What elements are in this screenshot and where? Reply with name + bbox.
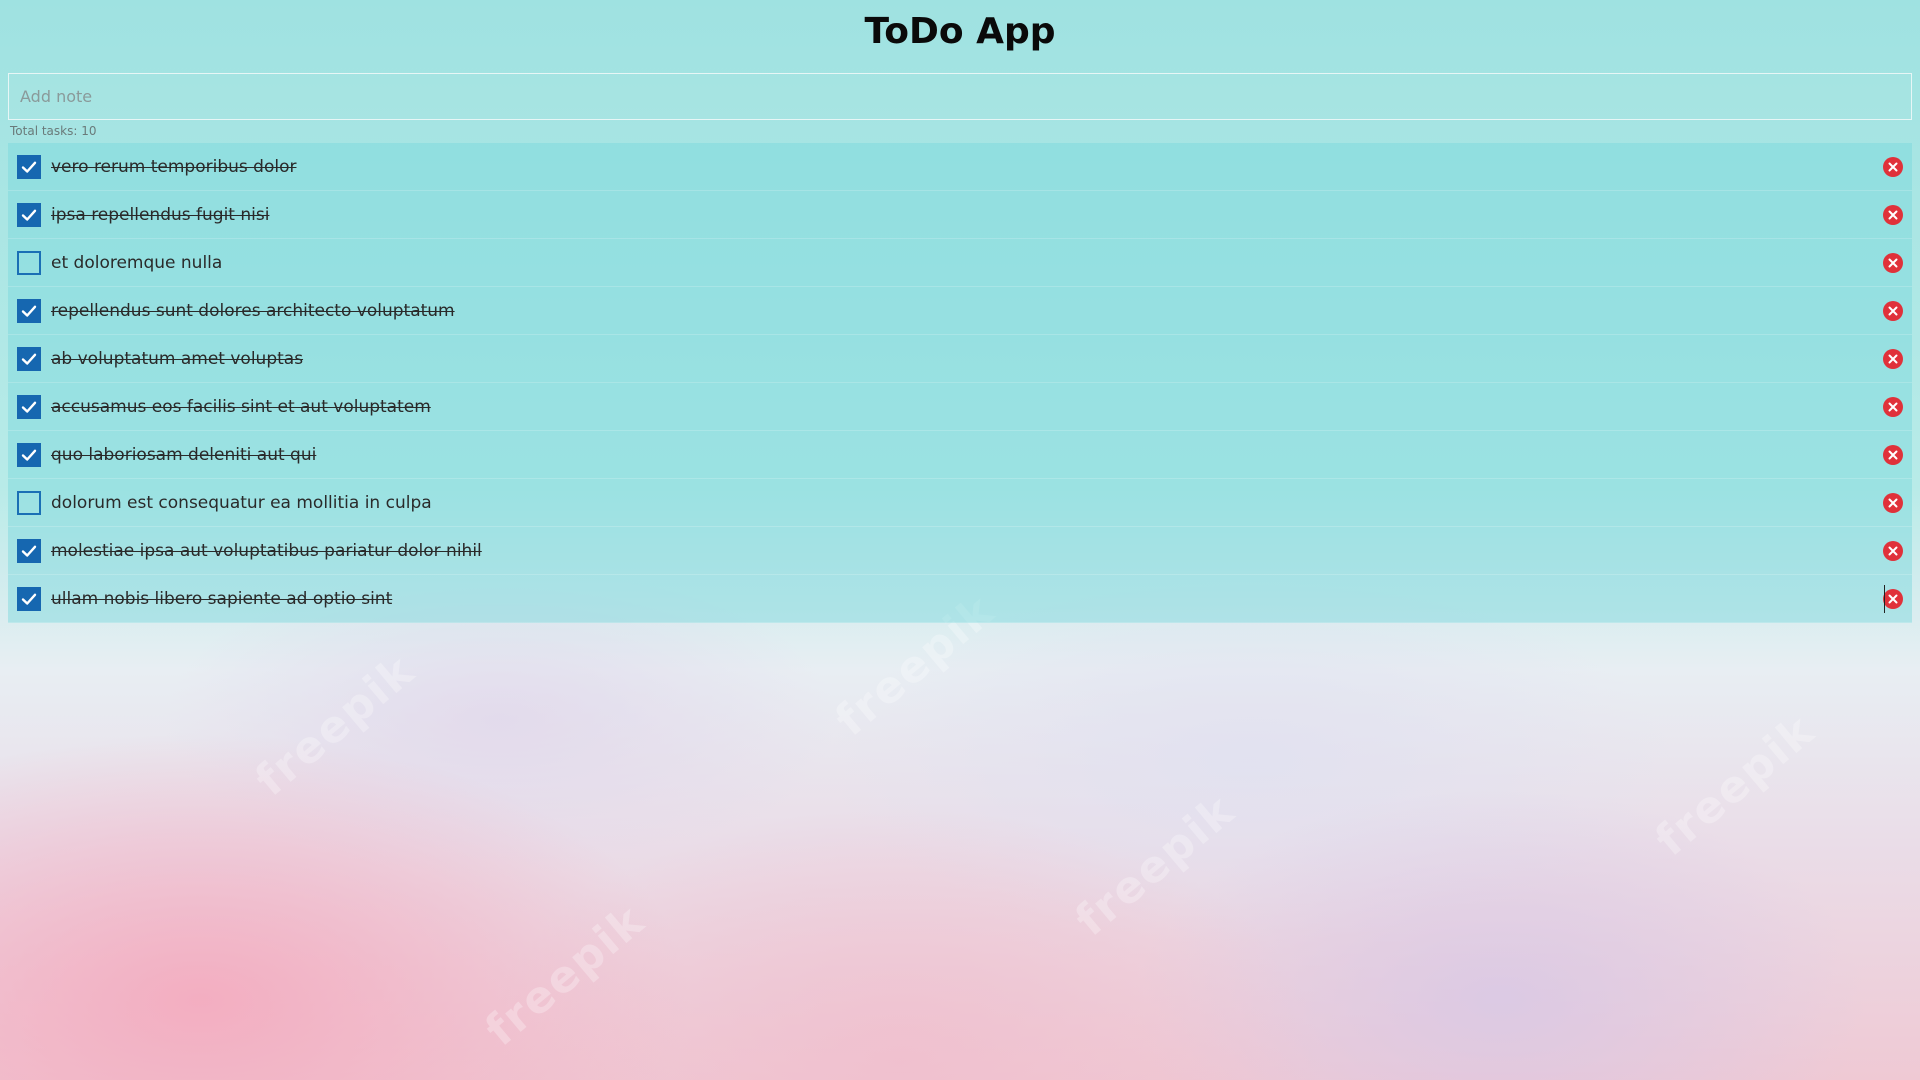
delete-todo-button[interactable]	[1883, 301, 1903, 321]
delete-todo-button[interactable]	[1883, 493, 1903, 513]
delete-todo-button[interactable]	[1883, 589, 1903, 609]
close-icon	[1888, 594, 1898, 604]
todo-item: molestiae ipsa aut voluptatibus pariatur…	[8, 527, 1912, 575]
todo-checkbox[interactable]	[17, 155, 41, 179]
todo-checkbox[interactable]	[17, 299, 41, 323]
todo-item: accusamus eos facilis sint et aut volupt…	[8, 383, 1912, 431]
delete-todo-button[interactable]	[1883, 445, 1903, 465]
todo-text: ipsa repellendus fugit nisi	[51, 205, 270, 225]
text-cursor	[1884, 585, 1885, 613]
close-icon	[1888, 210, 1898, 220]
close-icon	[1888, 546, 1898, 556]
delete-todo-button[interactable]	[1883, 397, 1903, 417]
background-watermark: freepik	[1065, 784, 1245, 947]
delete-todo-button[interactable]	[1883, 205, 1903, 225]
todo-item: repellendus sunt dolores architecto volu…	[8, 287, 1912, 335]
todo-text: quo laboriosam deleniti aut qui	[51, 445, 317, 465]
todo-text: et doloremque nulla	[51, 253, 223, 273]
todo-text: ullam nobis libero sapiente ad optio sin…	[51, 589, 393, 609]
todo-text: ab voluptatum amet voluptas	[51, 349, 304, 369]
delete-todo-button[interactable]	[1883, 253, 1903, 273]
check-icon	[21, 209, 37, 221]
todo-text: dolorum est consequatur ea mollitia in c…	[51, 493, 432, 513]
close-icon	[1888, 402, 1898, 412]
background-watermark: freepik	[475, 894, 655, 1057]
todo-text: repellendus sunt dolores architecto volu…	[51, 301, 455, 321]
add-note-input[interactable]	[8, 73, 1912, 120]
delete-todo-button[interactable]	[1883, 157, 1903, 177]
total-tasks-count: Total tasks: 10	[10, 124, 97, 138]
todo-item: ullam nobis libero sapiente ad optio sin…	[8, 575, 1912, 623]
todo-checkbox[interactable]	[17, 395, 41, 419]
todo-checkbox[interactable]	[17, 347, 41, 371]
close-icon	[1888, 354, 1898, 364]
todo-text: accusamus eos facilis sint et aut volupt…	[51, 397, 431, 417]
page-title: ToDo App	[864, 11, 1056, 52]
check-icon	[21, 593, 37, 605]
background-watermark: freepik	[1645, 704, 1825, 867]
close-icon	[1888, 450, 1898, 460]
close-icon	[1888, 306, 1898, 316]
todo-list: vero rerum temporibus dolor ipsa repellen…	[8, 143, 1912, 623]
todo-item: vero rerum temporibus dolor	[8, 143, 1912, 191]
check-icon	[21, 401, 37, 413]
check-icon	[21, 305, 37, 317]
close-icon	[1888, 498, 1898, 508]
check-icon	[21, 161, 37, 173]
todo-text: vero rerum temporibus dolor	[51, 157, 297, 177]
check-icon	[21, 449, 37, 461]
todo-item: et doloremque nulla	[8, 239, 1912, 287]
delete-todo-button[interactable]	[1883, 349, 1903, 369]
todo-text: molestiae ipsa aut voluptatibus pariatur…	[51, 541, 482, 561]
todo-checkbox[interactable]	[17, 251, 41, 275]
todo-item: ab voluptatum amet voluptas	[8, 335, 1912, 383]
check-icon	[21, 353, 37, 365]
close-icon	[1888, 162, 1898, 172]
todo-item: ipsa repellendus fugit nisi	[8, 191, 1912, 239]
todo-checkbox[interactable]	[17, 203, 41, 227]
check-icon	[21, 545, 37, 557]
todo-checkbox[interactable]	[17, 539, 41, 563]
todo-checkbox[interactable]	[17, 587, 41, 611]
todo-item: dolorum est consequatur ea mollitia in c…	[8, 479, 1912, 527]
todo-item: quo laboriosam deleniti aut qui	[8, 431, 1912, 479]
close-icon	[1888, 258, 1898, 268]
todo-checkbox[interactable]	[17, 491, 41, 515]
todo-checkbox[interactable]	[17, 443, 41, 467]
background-watermark: freepik	[245, 644, 425, 807]
delete-todo-button[interactable]	[1883, 541, 1903, 561]
